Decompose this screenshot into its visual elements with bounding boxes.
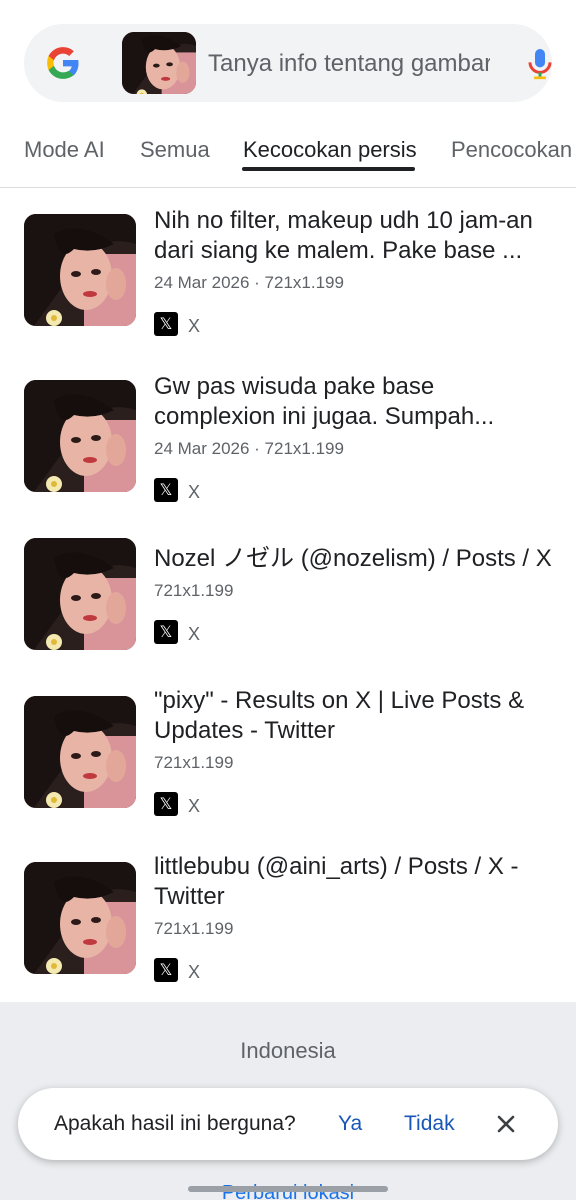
result-meta: 721x1.199 <box>154 919 234 938</box>
result-title[interactable]: "pixy" - Results on X | Live Posts & Upd… <box>154 686 554 746</box>
country-label: Indonesia <box>240 1038 336 1063</box>
close-icon[interactable] <box>492 1110 520 1138</box>
google-logo-icon <box>47 47 79 79</box>
result-title[interactable]: Nih no filter, makeup udh 10 jam-an dari… <box>154 206 554 266</box>
feedback-no-button[interactable]: Tidak <box>404 1110 455 1138</box>
feedback-card: Apakah hasil ini berguna? Ya Tidak <box>18 1088 558 1160</box>
source-name: X <box>188 624 201 644</box>
home-indicator[interactable] <box>188 1186 388 1192</box>
microphone-icon[interactable] <box>520 44 560 84</box>
x-logo-icon: 𝕏 <box>154 478 178 502</box>
tab-semua[interactable]: Semua <box>140 136 210 164</box>
result-thumbnail[interactable] <box>24 380 136 492</box>
x-logo-icon: 𝕏 <box>154 792 178 816</box>
result-item[interactable]: Nozel ノゼル (@nozelism) / Posts / X 721x1.… <box>0 544 576 664</box>
feedback-question: Apakah hasil ini berguna? <box>54 1112 296 1135</box>
source-name: X <box>188 482 201 502</box>
feedback-yes-button[interactable]: Ya <box>338 1110 362 1138</box>
source-name: X <box>188 962 201 982</box>
x-logo-icon: 𝕏 <box>154 958 178 982</box>
tab-bar: Mode AI Semua Kecocokan persis Pencocoka… <box>0 120 576 188</box>
result-meta: 24 Mar 2026 · 721x1.199 <box>154 439 344 458</box>
result-item[interactable]: Gw pas wisuda pake base complexion ini j… <box>0 372 576 512</box>
result-thumbnail[interactable] <box>24 214 136 326</box>
result-item[interactable]: "pixy" - Results on X | Live Posts & Upd… <box>0 686 576 826</box>
result-meta: 721x1.199 <box>154 581 234 600</box>
tab-kecocokan-persis[interactable]: Kecocokan persis <box>243 136 417 164</box>
tab-mode-ai[interactable]: Mode AI <box>24 136 105 164</box>
tab-pencocokan[interactable]: Pencocokan s <box>451 136 576 164</box>
search-bar[interactable]: Tanya info tentang gambar <box>24 24 552 102</box>
x-logo-icon: 𝕏 <box>154 312 178 336</box>
source-name: X <box>188 796 201 816</box>
x-logo-icon: 𝕏 <box>154 620 178 644</box>
result-thumbnail[interactable] <box>24 538 136 650</box>
active-tab-indicator <box>242 167 415 171</box>
query-image-thumbnail[interactable] <box>122 32 196 94</box>
result-title[interactable]: littlebubu (@aini_arts) / Posts / X - Tw… <box>154 852 554 912</box>
result-thumbnail[interactable] <box>24 696 136 808</box>
result-title[interactable]: Nozel ノゼル (@nozelism) / Posts / X <box>154 544 554 574</box>
result-meta: 24 Mar 2026 · 721x1.199 <box>154 273 344 292</box>
search-input[interactable]: Tanya info tentang gambar <box>208 48 490 80</box>
result-meta: 721x1.199 <box>154 753 234 772</box>
result-item[interactable]: littlebubu (@aini_arts) / Posts / X - Tw… <box>0 852 576 992</box>
result-title[interactable]: Gw pas wisuda pake base complexion ini j… <box>154 372 554 432</box>
result-item[interactable]: Nih no filter, makeup udh 10 jam-an dari… <box>0 206 576 346</box>
source-name: X <box>188 316 201 336</box>
result-thumbnail[interactable] <box>24 862 136 974</box>
